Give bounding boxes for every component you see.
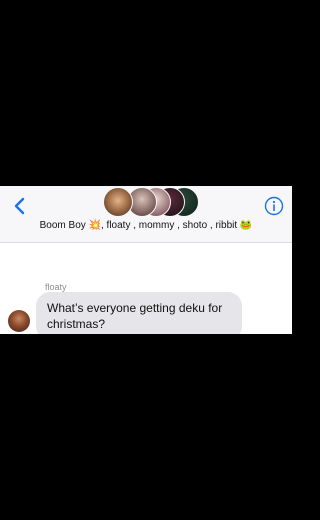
avatar [103, 187, 133, 217]
message-sender: floaty [45, 282, 67, 292]
message-bubble[interactable]: What’s everyone getting deku for christm… [36, 292, 242, 334]
conversation-title[interactable]: Boom Boy 💥, floaty , mommy , shoto , rib… [0, 220, 292, 231]
chevron-left-icon[interactable] [10, 196, 30, 216]
info-icon[interactable] [264, 196, 284, 216]
group-avatars[interactable] [103, 187, 199, 217]
conversation-header: Boom Boy 💥, floaty , mommy , shoto , rib… [0, 186, 292, 243]
message-screen: Boom Boy 💥, floaty , mommy , shoto , rib… [0, 186, 292, 334]
sender-avatar[interactable] [8, 310, 30, 332]
